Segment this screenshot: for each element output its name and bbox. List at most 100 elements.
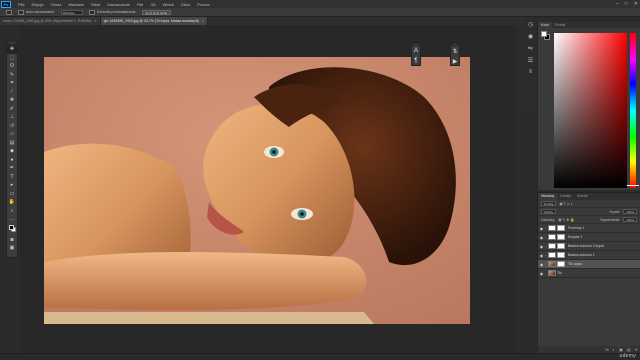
mask-thumbnail[interactable] xyxy=(557,225,565,231)
menu-help[interactable]: Pomoc xyxy=(197,2,209,7)
adjustment-thumbnail xyxy=(548,252,556,258)
move-tool-icon[interactable]: ✥ xyxy=(7,45,17,54)
properties-icon[interactable]: ☰ xyxy=(524,54,537,66)
character-icon[interactable]: A xyxy=(412,46,420,56)
blend-mode-dropdown[interactable]: Zwykły xyxy=(541,209,557,214)
minimize-icon[interactable]: – xyxy=(616,1,619,7)
adjustments-icon[interactable]: ⇅ xyxy=(451,46,459,56)
menu-filter[interactable]: Filtr xyxy=(137,2,144,7)
clone-stamp-tool-icon[interactable]: ⊥ xyxy=(7,113,17,122)
layer-row[interactable]: ◉ Tło xyxy=(538,269,640,278)
fx-icon[interactable]: fx xyxy=(606,347,609,352)
opacity-field[interactable]: 100% xyxy=(623,209,637,214)
filter-icons[interactable]: ▣ T ▭ ◐ xyxy=(559,202,573,206)
type-tool-icon[interactable]: T xyxy=(7,173,17,182)
crop-tool-icon[interactable]: ⌗ xyxy=(7,79,17,88)
brush-tool-icon[interactable]: ✐ xyxy=(7,105,17,114)
paragraph-icon[interactable]: ¶ xyxy=(412,56,420,66)
tool-preset[interactable] xyxy=(6,9,12,15)
fill-field[interactable]: 100% xyxy=(623,217,637,222)
menu-3d[interactable]: 3D xyxy=(151,2,156,7)
eye-icon[interactable]: ◉ xyxy=(538,271,545,276)
history-brush-tool-icon[interactable]: ↺ xyxy=(7,122,17,131)
show-transform[interactable]: Kontrolki przekształcania xyxy=(88,9,136,15)
add-mask-icon[interactable]: ▣ xyxy=(619,347,623,352)
pen-tool-icon[interactable]: ✒ xyxy=(7,164,17,173)
lock-icons[interactable]: ▦ ✎ ✥ 🔒 xyxy=(558,218,574,222)
info-icon[interactable]: ◉ xyxy=(524,30,537,42)
dodge-tool-icon[interactable]: ● xyxy=(7,156,17,165)
more-tools-icon[interactable]: … xyxy=(7,215,17,224)
color-swatches[interactable] xyxy=(7,224,17,236)
navigator-icon[interactable]: ⇋ xyxy=(524,42,537,54)
eye-icon[interactable]: ◉ xyxy=(538,253,545,258)
hand-tool-icon[interactable]: ✋ xyxy=(7,198,17,207)
tab-layers[interactable]: Warstwy xyxy=(538,193,558,200)
play-icon[interactable]: ▶ xyxy=(451,56,459,66)
close-tab-icon[interactable]: × xyxy=(202,19,204,23)
mask-thumbnail[interactable] xyxy=(557,261,565,267)
menu-select[interactable]: Zaznaczanie xyxy=(107,2,130,7)
layer-filter-dropdown[interactable]: Rodzaj xyxy=(541,201,557,206)
menu-view[interactable]: Widok xyxy=(163,2,174,7)
eye-icon[interactable]: ◉ xyxy=(538,244,545,249)
quick-select-tool-icon[interactable]: ✎ xyxy=(7,71,17,80)
shape-tool-icon[interactable]: ▭ xyxy=(7,190,17,199)
menu-type[interactable]: Tekst xyxy=(91,2,100,7)
document-tab-2[interactable]: girl-1845395_1920.jpg @ 33,7% (To kopia,… xyxy=(100,17,209,25)
tab-paths[interactable]: Ścieżki xyxy=(574,193,591,200)
color-picker-field[interactable] xyxy=(554,33,627,188)
healing-tool-icon[interactable]: ✚ xyxy=(7,96,17,105)
marquee-tool-icon[interactable]: ⬚ xyxy=(7,54,17,63)
eye-icon[interactable]: ◉ xyxy=(538,226,545,231)
hue-slider-marker[interactable] xyxy=(627,185,639,186)
tab-channels[interactable]: Kanały xyxy=(557,193,574,200)
eraser-tool-icon[interactable]: ▱ xyxy=(7,130,17,139)
menu-image[interactable]: Obraz xyxy=(50,2,61,7)
path-select-tool-icon[interactable]: ▸ xyxy=(7,181,17,190)
mask-thumbnail[interactable] xyxy=(557,234,565,240)
auto-select-dropdown[interactable]: Warstwa xyxy=(60,9,83,15)
photo-thumbnail xyxy=(548,270,556,276)
gradient-tool-icon[interactable]: ▤ xyxy=(7,139,17,148)
menu-edit[interactable]: Edycja xyxy=(31,2,43,7)
window-controls: – □ ✕ xyxy=(616,1,638,7)
layer-row[interactable]: ◉ ⌐ Poziomy 1 xyxy=(538,224,640,233)
zoom-tool-icon[interactable]: ⌕ xyxy=(7,207,17,216)
blur-tool-icon[interactable]: ◆ xyxy=(7,147,17,156)
quick-mask-icon[interactable]: ◙ xyxy=(7,236,17,245)
eyedropper-tool-icon[interactable]: ⁄ xyxy=(7,88,17,97)
mask-thumbnail[interactable] xyxy=(557,243,565,249)
lasso-tool-icon[interactable]: ʘ xyxy=(7,62,17,71)
document-image[interactable] xyxy=(44,57,470,324)
maximize-icon[interactable]: □ xyxy=(625,1,628,7)
eye-icon[interactable]: ◉ xyxy=(538,262,545,267)
delete-layer-icon[interactable]: ✕ xyxy=(635,347,638,352)
auto-select[interactable]: Auto-zaznaczanie: xyxy=(18,9,55,15)
tab-color[interactable]: Kolor xyxy=(538,22,553,28)
layer-row[interactable]: ◉ ⌐ Krzywe 1 xyxy=(538,233,640,242)
auto-select-checkbox[interactable] xyxy=(18,9,24,15)
align-buttons[interactable]: ▥ ▥ ▥ ▤ ▤ ▤ xyxy=(141,9,171,15)
menu-layer[interactable]: Warstwa xyxy=(68,2,83,7)
transform-checkbox[interactable] xyxy=(88,9,95,15)
menu-window[interactable]: Okno xyxy=(181,2,191,7)
layer-row[interactable]: ◉ ⌐ Balans kolorów 2 kopia xyxy=(538,242,640,251)
tab-swatches[interactable]: Próbki xyxy=(552,22,568,28)
foreground-color-swatch[interactable] xyxy=(9,224,14,230)
close-tab-icon[interactable]: × xyxy=(95,19,97,23)
eye-icon[interactable]: ◉ xyxy=(538,235,545,240)
document-tab-1[interactable]: stock-174955_1280.jpg @ 50% (Wypełnienie… xyxy=(0,17,101,25)
libraries-icon[interactable]: ≡ xyxy=(524,66,537,78)
menu-file[interactable]: Plik xyxy=(18,2,24,7)
close-icon[interactable]: ✕ xyxy=(634,1,638,7)
new-layer-icon[interactable]: ▤ xyxy=(627,347,631,352)
screen-mode-icon[interactable]: ▣ xyxy=(7,244,17,253)
hue-slider[interactable] xyxy=(630,33,636,188)
mask-thumbnail[interactable] xyxy=(557,252,565,258)
history-icon[interactable]: ◷ xyxy=(524,18,537,30)
foreground-color-chip[interactable] xyxy=(541,31,547,37)
layer-row-selected[interactable]: ◉ Tło kopia xyxy=(538,260,640,269)
layer-row[interactable]: ◉ ⌐ Balans kolorów 1 xyxy=(538,251,640,260)
adjustment-layer-icon[interactable]: ◐ xyxy=(613,347,615,352)
